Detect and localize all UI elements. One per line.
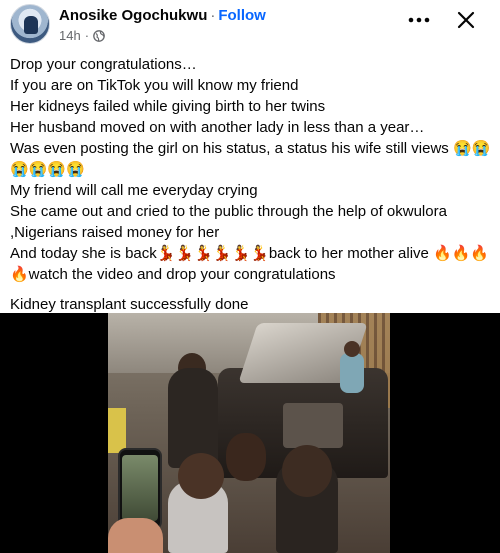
author-line: Anosike Ogochukwu · Follow [59,7,266,25]
video-child-background [340,353,364,393]
video-child-background-head [344,341,360,357]
video-yellow-object [108,408,126,453]
close-icon [457,11,475,34]
post-line: Was even posting the girl on his status,… [10,140,491,157]
video-child-left-head [178,453,224,499]
more-options-icon [408,10,430,28]
separator-dot: · [210,7,216,24]
post-line: Her kidneys failed while giving birth to… [10,98,326,115]
post-line: Drop your congratulations… [10,56,197,73]
globe-icon [93,30,105,42]
more-options-button[interactable] [405,7,433,31]
close-button[interactable] [452,8,480,36]
author-name[interactable]: Anosike Ogochukwu [59,7,207,24]
post-line: And today she is back💃💃💃💃💃💃back to her m… [10,245,490,262]
video-player[interactable] [0,313,500,553]
post-line: Her husband moved on with another lady i… [10,119,425,136]
video-woman-head [226,433,266,481]
post-line: If you are on TikTok you will know my fr… [10,77,299,94]
post-line: She came out and cried to the public thr… [10,203,447,220]
post-line: 😭😭😭😭 [10,161,85,178]
video-frame[interactable] [108,313,390,553]
video-phone-screen [122,455,158,521]
follow-button[interactable]: Follow [218,7,266,24]
video-child-right-head [282,445,332,497]
video-car-window [283,403,343,448]
author-avatar[interactable] [10,4,50,44]
post-line: ,Nigerians raised money for her [10,224,220,241]
meta-dot: · [84,28,90,43]
post-body: Drop your congratulations… If you are on… [10,54,494,315]
video-man [168,368,218,468]
video-hand [108,518,163,553]
post-line: My friend will call me everyday crying [10,182,258,199]
post-final-line: Kidney transplant successfully done [10,296,249,313]
post-line: 🔥watch the video and drop your congratul… [10,266,336,283]
post-timestamp[interactable]: 14h [59,28,81,44]
post-header: Anosike Ogochukwu · Follow 14h · [0,0,500,52]
post-meta: 14h · [59,28,105,44]
avatar-figure [24,16,38,34]
